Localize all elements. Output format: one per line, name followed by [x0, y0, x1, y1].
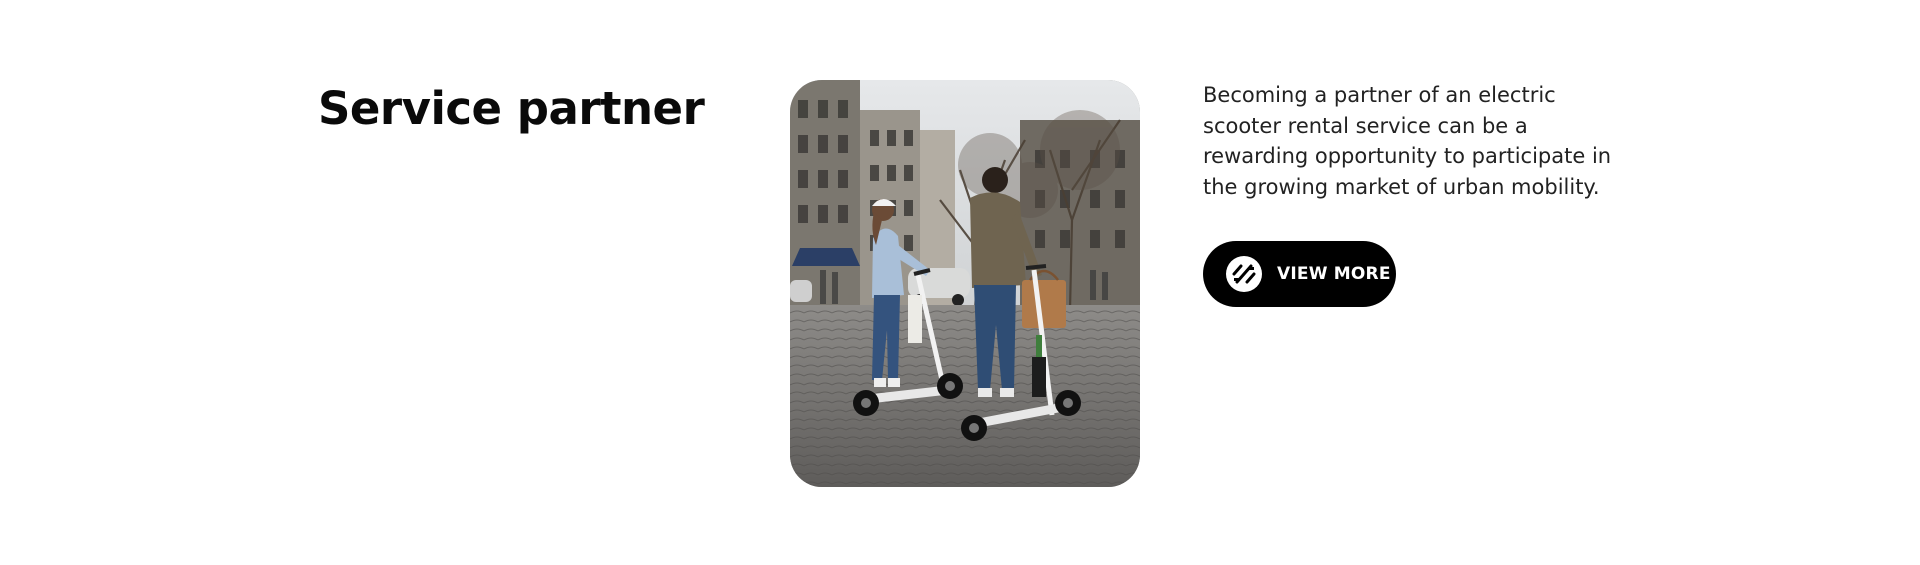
section-description: Becoming a partner of an electric scoote…: [1203, 83, 1612, 199]
scooter-badge-icon: [1225, 255, 1263, 293]
section-title: Service partner: [318, 82, 705, 135]
service-partner-section: Service partner Becoming a partner of an…: [0, 0, 1920, 565]
scooter-photo: [790, 80, 1140, 487]
view-more-button[interactable]: VIEW MORE: [1203, 241, 1396, 307]
view-more-label: VIEW MORE: [1277, 264, 1391, 284]
scooter-photo-illustration: [790, 80, 1140, 487]
